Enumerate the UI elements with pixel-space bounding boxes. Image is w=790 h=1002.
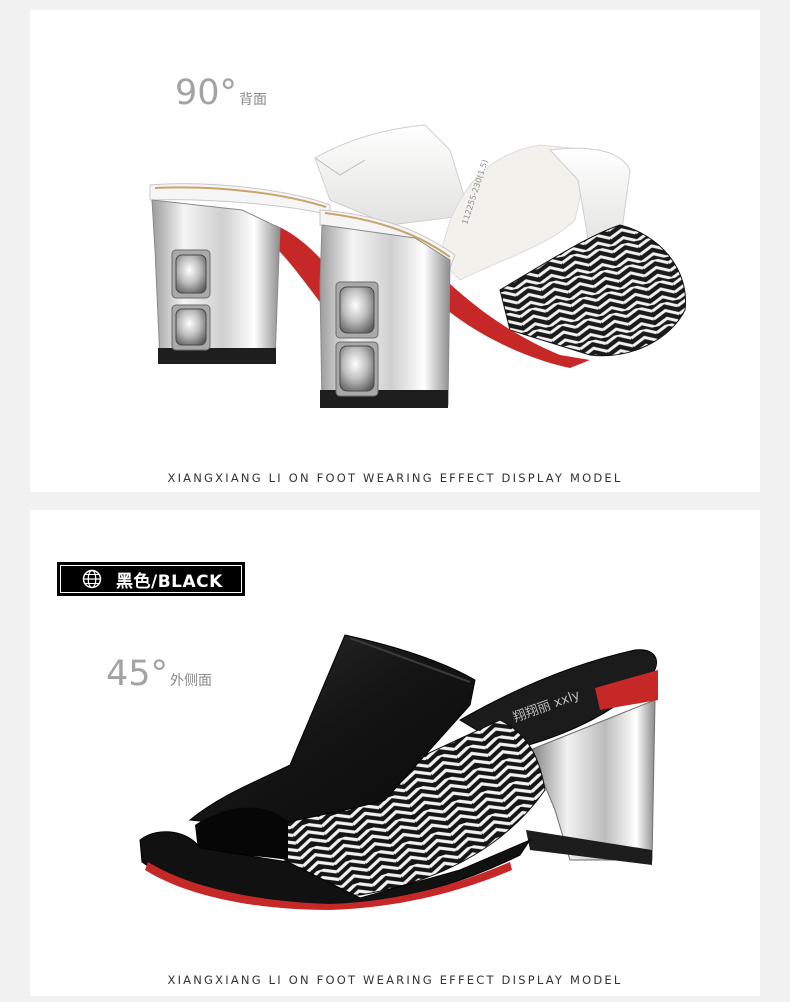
side-view-panel: 翔翔丽 xxly 黑色/BLACK 45° 外侧面 XIANGXIANG LI … [30, 510, 760, 996]
globe-icon [82, 569, 102, 589]
angle-caption: 外侧面 [170, 673, 213, 689]
angle-caption: 背面 [239, 92, 268, 108]
angle-degrees: 90° [175, 73, 238, 113]
color-variant-badge: 黑色/BLACK [57, 562, 245, 596]
angle-label: 90° 背面 [175, 76, 267, 111]
angle-label: 45° 外侧面 [106, 657, 212, 692]
display-model-caption: XIANGXIANG LI ON FOOT WEARING EFFECT DIS… [167, 973, 623, 987]
angle-degrees: 45° [106, 654, 169, 694]
color-variant-label: 黑色/BLACK [116, 571, 223, 592]
back-view-panel: 112255-230(1.5) 90° 背面 XIANGXIANG LI ON F… [30, 10, 760, 492]
display-model-caption: XIANGXIANG LI ON FOOT WEARING EFFECT DIS… [167, 471, 623, 485]
white-sandals-back-view: 112255-230(1.5) [149, 124, 687, 408]
